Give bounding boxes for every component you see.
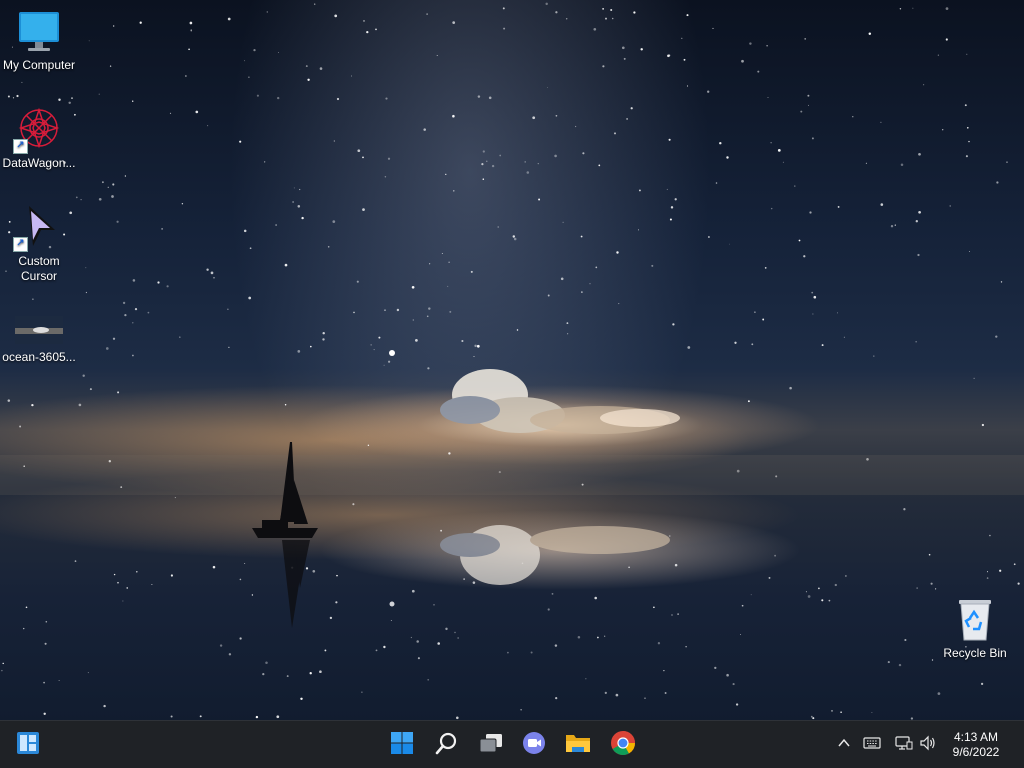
search-icon: [435, 731, 459, 760]
datawagon-icon: ↗: [13, 106, 63, 154]
speaker-icon[interactable]: [918, 735, 938, 755]
image-thumbnail-icon: [15, 314, 63, 348]
shortcut-arrow-icon: ↗: [13, 237, 28, 252]
monitor-icon: [15, 8, 63, 56]
chrome-icon: [610, 730, 636, 761]
desktop-icon-label: ocean-3605...: [2, 350, 76, 364]
desktop-icon-label: Custom Cursor: [18, 254, 60, 283]
sailboat-scene: [0, 350, 1024, 628]
desktop[interactable]: My Computer ↗ DataWagon... ↗ Custom Curs…: [0, 0, 1024, 768]
taskbar: 4:13 AM 9/6/2022: [0, 720, 1024, 768]
cursor-icon: ↗: [13, 204, 63, 252]
recycle-bin-icon: [951, 596, 999, 644]
clock[interactable]: 4:13 AM 9/6/2022: [946, 730, 1006, 760]
file-explorer-button[interactable]: [562, 729, 594, 761]
desktop-icon-my-computer[interactable]: My Computer: [0, 8, 78, 73]
start-button[interactable]: [386, 729, 418, 761]
teams-chat-icon: [521, 730, 547, 761]
desktop-icon-ocean-image[interactable]: ocean-3605...: [0, 314, 78, 365]
clock-date: 9/6/2022: [952, 745, 1000, 759]
desktop-icon-custom-cursor[interactable]: ↗ Custom Cursor: [0, 204, 78, 284]
keyboard-icon[interactable]: [862, 735, 882, 755]
folder-icon: [564, 731, 592, 760]
network-icon[interactable]: [894, 735, 914, 755]
desktop-icon-label: My Computer: [2, 58, 76, 72]
chat-button[interactable]: [518, 729, 550, 761]
shortcut-arrow-icon: ↗: [13, 139, 28, 154]
system-tray: 4:13 AM 9/6/2022: [824, 721, 1024, 768]
clock-time: 4:13 AM: [953, 730, 999, 744]
desktop-icon-label: DataWagon...: [2, 156, 76, 170]
desktop-icon-recycle-bin[interactable]: Recycle Bin: [936, 596, 1014, 661]
search-button[interactable]: [431, 729, 463, 761]
chrome-button[interactable]: [607, 729, 639, 761]
windows-start-icon: [390, 731, 414, 760]
desktop-icon-label: Recycle Bin: [943, 646, 1007, 660]
desktop-icon-datawagon[interactable]: ↗ DataWagon...: [0, 106, 78, 171]
task-view-button[interactable]: [475, 729, 507, 761]
widgets-icon: [16, 731, 40, 760]
chevron-up-icon[interactable]: [834, 735, 854, 755]
widgets-button[interactable]: [12, 729, 44, 761]
task-view-icon: [478, 731, 504, 760]
